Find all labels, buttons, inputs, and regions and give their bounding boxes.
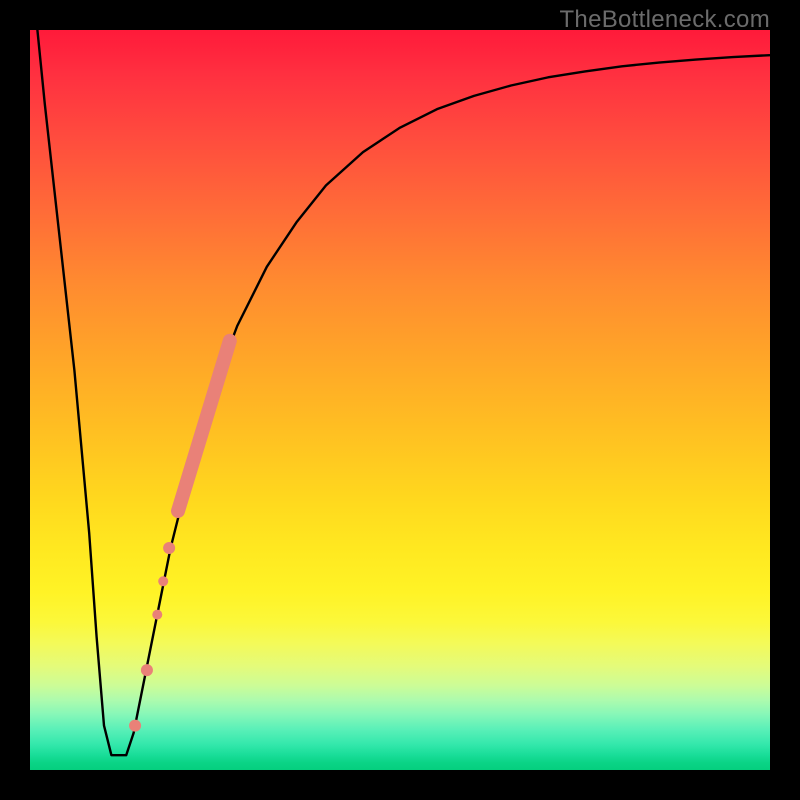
data-marker-1 bbox=[141, 664, 153, 676]
plot-area bbox=[30, 30, 770, 770]
curve-layer bbox=[30, 30, 770, 770]
chart-frame: TheBottleneck.com bbox=[0, 0, 800, 800]
data-marker-0 bbox=[129, 720, 141, 732]
data-marker-4 bbox=[163, 542, 175, 554]
data-marker-2 bbox=[152, 610, 162, 620]
highlight-segment bbox=[178, 341, 230, 511]
bottleneck-curve bbox=[30, 30, 770, 755]
data-marker-3 bbox=[158, 576, 168, 586]
